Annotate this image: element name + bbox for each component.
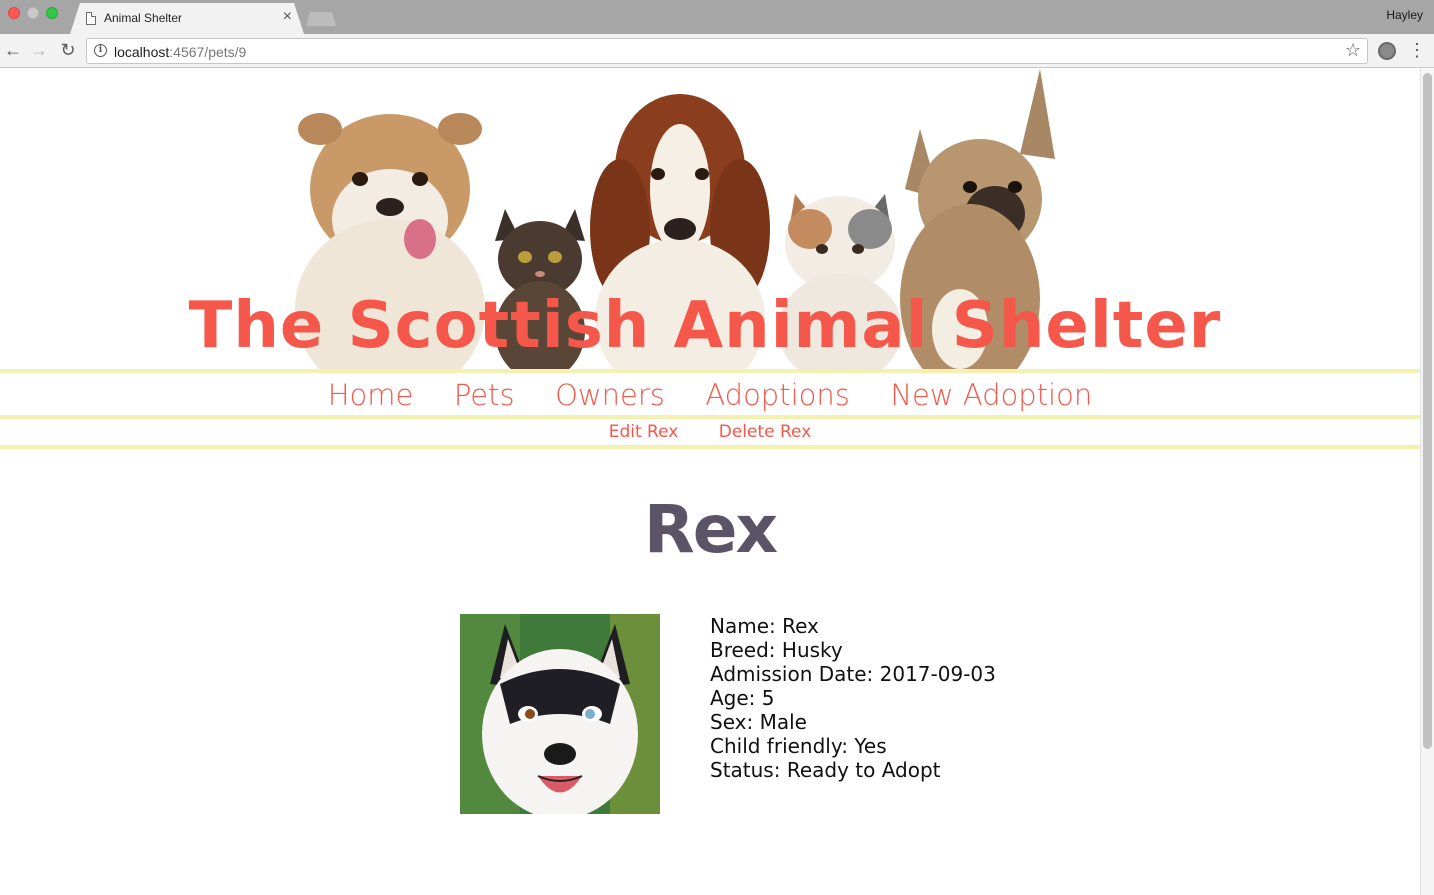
pet-admission-date-detail: Admission Date: 2017-09-03 [710,662,996,686]
banner-image: The Scottish Animal Shelter [0,69,1420,369]
minimize-window-button[interactable] [27,7,39,19]
url-host: localhost [114,44,170,60]
nav-divider-bottom [0,445,1420,449]
pet-details: Name: Rex Breed: Husky Admission Date: 2… [710,614,996,782]
browser-tab[interactable]: Animal Shelter × [70,3,304,34]
edit-pet-link[interactable]: Edit Rex [609,419,679,445]
page-icon [86,12,96,25]
page-scrollbar[interactable] [1420,69,1434,895]
pet-status-detail: Status: Ready to Adopt [710,758,941,782]
pet-actions-navigation: Edit Rex Delete Rex [0,419,1420,445]
browser-toolbar: ← → ↻ i localhost:4567/pets/9 ☆ ⋮ [0,34,1434,68]
pet-age-detail: Age: 5 [710,686,775,710]
info-icon[interactable]: i [94,44,107,57]
pet-name-detail: Name: Rex [710,614,819,638]
close-window-button[interactable] [8,7,20,19]
back-arrow-icon[interactable]: ← [1,38,25,62]
forward-arrow-icon[interactable]: → [27,38,51,62]
main-navigation: Home Pets Owners Adoptions New Adoption [0,374,1420,416]
scrollbar-thumb[interactable] [1423,73,1432,749]
tab-title: Animal Shelter [104,11,183,25]
pet-name-heading: Rex [643,491,778,568]
url-text[interactable]: localhost:4567/pets/9 [114,44,246,60]
nav-link-pets[interactable]: Pets [454,374,515,416]
url-path: :4567/pets/9 [169,44,247,60]
profile-name[interactable]: Hayley [1386,8,1423,22]
nav-link-new-adoption[interactable]: New Adoption [890,374,1092,416]
husky-photo [460,614,660,814]
site-title: The Scottish Animal Shelter [188,289,1222,363]
tab-close-icon[interactable]: × [283,8,292,26]
nav-divider-top [0,369,1420,373]
pet-sex-detail: Sex: Male [710,710,807,734]
new-tab-button[interactable] [306,12,336,26]
pet-breed-detail: Breed: Husky [710,638,843,662]
nav-link-owners[interactable]: Owners [555,374,665,416]
bookmark-star-icon[interactable]: ☆ [1345,40,1361,61]
pet-child-friendly-detail: Child friendly: Yes [710,734,887,758]
husky-illustration [460,614,660,814]
maximize-window-button[interactable] [46,7,58,19]
page-viewport: The Scottish Animal Shelter Home Pets Ow… [0,69,1420,895]
nav-link-adoptions[interactable]: Adoptions [705,374,850,416]
reload-icon[interactable]: ↻ [56,38,80,62]
browser-titlebar: Animal Shelter × Hayley [0,0,1434,34]
address-bar[interactable]: i localhost:4567/pets/9 ☆ [86,38,1368,64]
extension-icon[interactable] [1378,42,1396,60]
nav-link-home[interactable]: Home [328,374,414,416]
delete-pet-link[interactable]: Delete Rex [719,419,812,445]
browser-menu-icon[interactable]: ⋮ [1408,39,1426,61]
